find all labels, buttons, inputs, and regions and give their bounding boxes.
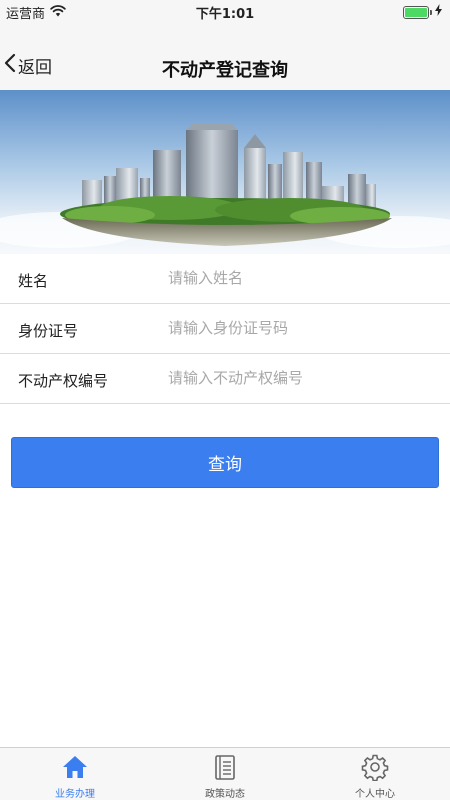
property-number-label: 不动产权编号 <box>18 372 109 390</box>
name-label: 姓名 <box>18 272 49 290</box>
tab-business[interactable]: 业务办理 <box>0 748 150 800</box>
status-time: 下午1:01 <box>195 7 255 22</box>
tab-policy-label: 政策动态 <box>205 789 245 800</box>
battery-group <box>403 4 442 20</box>
tab-bar: 业务办理 政策动态 个人中心 <box>0 747 450 800</box>
home-icon <box>60 752 90 782</box>
battery-icon <box>403 5 432 19</box>
navigation-bar: 返回 不动产登记查询 <box>0 22 450 90</box>
tab-profile[interactable]: 个人中心 <box>300 748 450 800</box>
id-number-input[interactable] <box>168 314 428 342</box>
gear-icon <box>360 752 390 782</box>
bolt-icon <box>435 4 442 20</box>
tab-business-label: 业务办理 <box>55 789 95 800</box>
form-row-name: 姓名 <box>0 254 450 304</box>
status-bar: 运营商 下午1:01 <box>0 0 450 22</box>
id-number-label: 身份证号 <box>18 322 79 340</box>
form-row-id-number: 身份证号 <box>0 304 450 354</box>
form-row-property-number: 不动产权编号 <box>0 354 450 404</box>
tab-profile-label: 个人中心 <box>355 789 395 800</box>
document-icon <box>210 752 240 782</box>
tab-policy[interactable]: 政策动态 <box>150 748 300 800</box>
query-form: 姓名 身份证号 不动产权编号 <box>0 254 450 404</box>
name-input[interactable] <box>168 264 428 292</box>
query-button[interactable]: 查询 <box>11 437 439 488</box>
banner-image <box>0 90 450 254</box>
property-number-input[interactable] <box>168 364 428 392</box>
page-title: 不动产登记查询 <box>162 60 288 81</box>
